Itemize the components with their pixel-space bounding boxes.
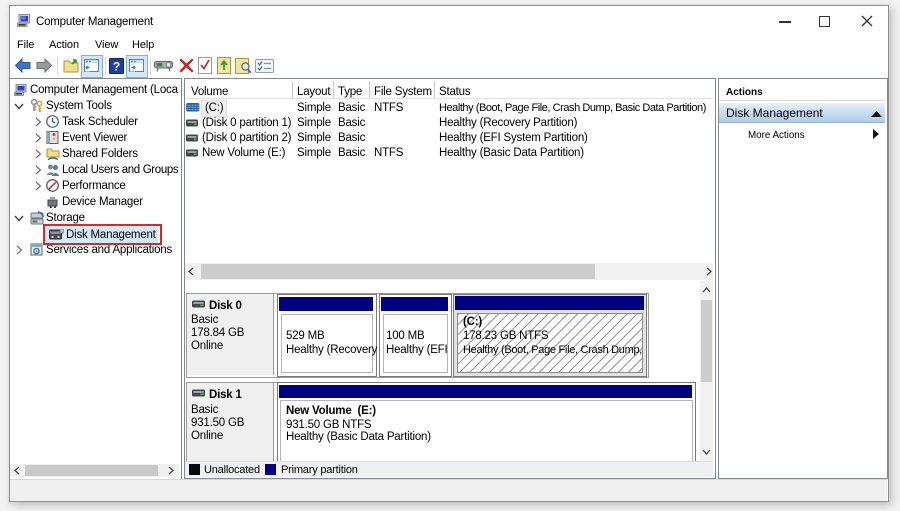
svg-text:?: ? xyxy=(113,60,120,74)
